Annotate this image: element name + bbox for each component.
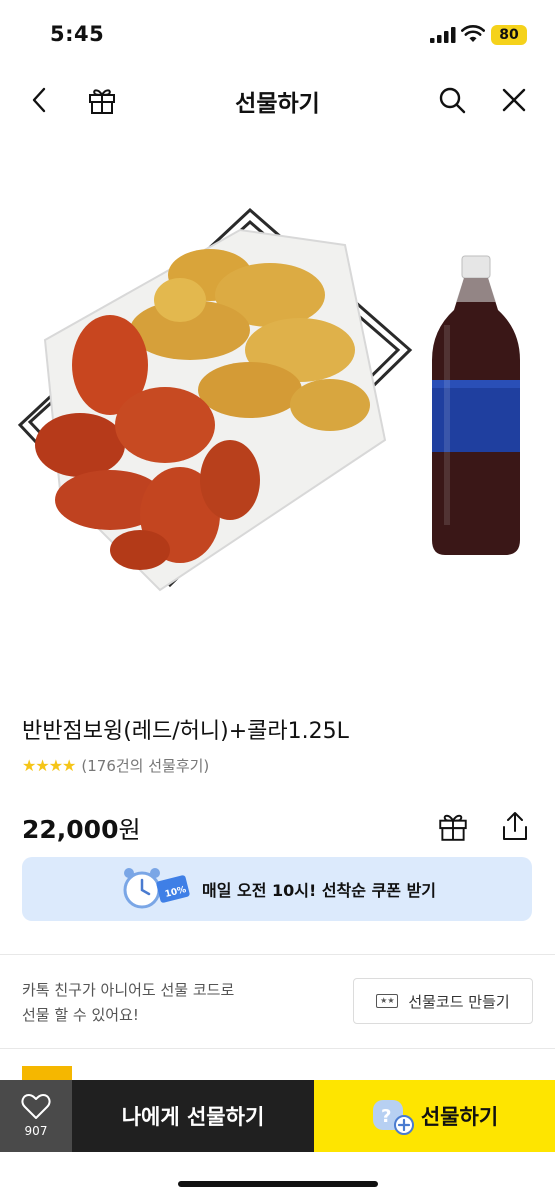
review-count[interactable]: (176건의 선물후기) [81,755,209,776]
search-icon[interactable] [432,80,472,120]
product-image [17,207,520,592]
home-indicator [178,1181,378,1187]
wish-gift-icon[interactable] [435,808,471,844]
close-icon[interactable] [494,80,534,120]
share-icon[interactable] [497,808,533,844]
heart-icon [21,1094,51,1119]
gift-code-description: 카톡 친구가 아니어도 선물 코드로 선물 할 수 있어요! [22,978,322,1028]
price-amount: 22,000 [22,815,119,844]
create-gift-code-button[interactable]: ★★ 선물코드 만들기 [353,978,533,1024]
gift-code-description-line2: 선물 할 수 있어요! [22,1006,139,1024]
create-gift-code-label: 선물코드 만들기 [408,992,510,1011]
nav-bar: 선물하기 [0,70,555,130]
gift-code-description-line1: 카톡 친구가 아니어도 선물 코드로 [22,981,235,999]
svg-text:?: ? [381,1106,391,1127]
bottom-action-bar: 907 나에게 선물하기 ? 선물하기 [0,1080,555,1152]
divider [0,954,555,955]
status-bar: 5:45 80 [0,0,555,70]
friend-gift-icon: ? [372,1100,414,1135]
ticket-icon: ★★ [376,994,399,1008]
rating-stars: ★★★★ [22,755,76,775]
alarm-coupon-icon: 10% [123,868,190,909]
gift-to-self-button[interactable]: 나에게 선물하기 [72,1080,314,1152]
like-button[interactable]: 907 [0,1080,72,1152]
coupon-text: 매일 오전 10시! 선착순 쿠폰 받기 [201,881,437,900]
status-time: 5:45 [50,22,105,46]
wifi-icon [461,25,485,42]
product-name: 반반점보윙(레드/허니)+콜라1.25L [22,719,349,744]
section-tab-indicator [22,1066,72,1080]
like-count: 907 [24,1124,48,1138]
rating-row[interactable]: ★★★★ (176건의 선물후기) [22,754,209,776]
send-gift-label: 선물하기 [420,1105,499,1129]
send-gift-button[interactable]: ? 선물하기 [314,1080,555,1152]
battery-icon: 80 [491,25,527,45]
signal-icon [430,27,456,43]
price-currency: 원 [118,816,141,844]
divider [0,1048,555,1049]
cola-bottle [432,255,520,555]
coupon-banner[interactable]: 10% 매일 오전 10시! 선착순 쿠폰 받기 [22,857,532,921]
price: 22,000원 [22,810,141,845]
